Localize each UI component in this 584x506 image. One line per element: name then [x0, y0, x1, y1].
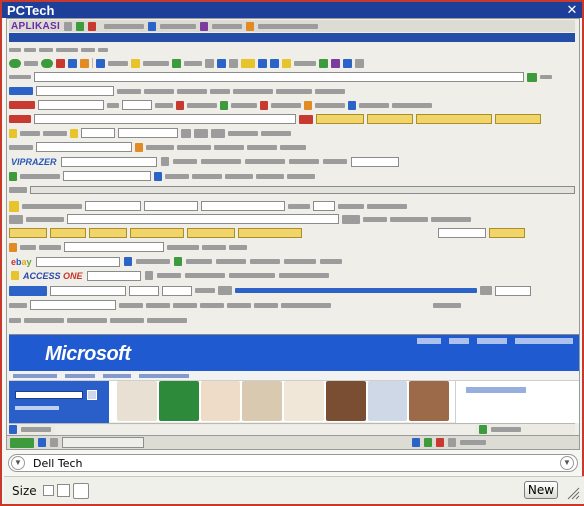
microsoft-nav	[9, 371, 579, 381]
toolbar-text	[160, 23, 197, 29]
toolbar-icon[interactable]	[258, 58, 267, 68]
stop-icon[interactable]	[56, 58, 65, 68]
close-icon[interactable]: ✕	[565, 3, 579, 16]
chevron-down-icon[interactable]: ▼	[11, 456, 25, 470]
toolbar-icon[interactable]	[64, 21, 73, 31]
microsoft-header: Microsoft	[9, 335, 579, 371]
google-search-input[interactable]	[36, 86, 114, 96]
accessone-logo: ACCESS ONE	[23, 270, 83, 281]
toolbar-icon[interactable]	[355, 58, 364, 68]
media-icon[interactable]	[172, 58, 181, 68]
size-medium-button[interactable]	[56, 484, 70, 497]
microsoft-banner	[117, 381, 449, 423]
toolbar-icon[interactable]	[241, 58, 255, 68]
toolbar-icon[interactable]	[148, 21, 157, 31]
toolbar-icon[interactable]	[246, 21, 255, 31]
go-button[interactable]	[87, 390, 97, 400]
tech-selector[interactable]: ▼ Dell Tech ▼	[8, 454, 578, 472]
ebay-logo: ebay	[11, 256, 32, 267]
viprazer-toolbar: VIPRAZER	[9, 155, 575, 168]
toolbar-row	[9, 113, 575, 125]
banner-image	[409, 381, 449, 421]
forward-icon[interactable]	[41, 58, 53, 68]
toolbar-row	[9, 284, 575, 297]
window-title: PCTech	[7, 2, 55, 18]
mail-icon[interactable]	[217, 58, 226, 68]
toolbar-icon[interactable]	[200, 21, 209, 31]
toolbar-row	[9, 184, 575, 196]
print-icon[interactable]	[229, 58, 238, 68]
banner-image	[284, 381, 324, 421]
toolbar-icon[interactable]	[331, 58, 340, 68]
toolbar-row	[9, 299, 575, 311]
webpage-content: Microsoft	[9, 334, 579, 423]
banner-image	[158, 381, 199, 421]
aplikasi-toolbar: APLIKASI	[9, 20, 575, 32]
search-icon[interactable]	[96, 58, 105, 68]
header-links	[417, 338, 573, 346]
size-large-button[interactable]	[72, 482, 89, 499]
toolbar-text	[104, 23, 145, 29]
title-bar: PCTech ✕	[2, 2, 582, 18]
viprazer-logo: VIPRAZER	[11, 156, 57, 167]
start-button[interactable]	[10, 437, 34, 448]
selected-tech: Dell Tech	[33, 456, 83, 470]
home-icon[interactable]	[80, 58, 89, 68]
microsoft-search-panel	[9, 381, 109, 423]
toolbar-row	[9, 170, 575, 182]
banner-image	[242, 381, 282, 421]
toolbar-icon[interactable]	[343, 58, 352, 68]
standard-toolbar	[9, 57, 575, 69]
app-window: PCTech ✕ APLIKASI VIPRAZER ebay ACCESS O…	[0, 0, 584, 506]
banner-image	[367, 381, 408, 421]
browser-screenshot: APLIKASI VIPRAZER ebay ACCESS ONE Micros…	[6, 18, 580, 450]
toolbar-icon[interactable]	[282, 58, 291, 68]
toolbar-row	[9, 199, 575, 213]
address-input[interactable]	[34, 72, 524, 82]
toolbar-icon[interactable]	[88, 21, 97, 31]
chevron-down-icon[interactable]: ▼	[560, 456, 574, 470]
accessone-toolbar: ACCESS ONE	[9, 269, 575, 282]
address-bar	[9, 71, 575, 83]
toolbar-row	[9, 141, 575, 153]
toolbar-row	[9, 99, 575, 111]
size-label: Size	[12, 483, 37, 498]
toolbar-text	[212, 23, 243, 29]
toolbar-icon[interactable]	[270, 58, 279, 68]
microsoft-logo: Microsoft	[45, 343, 131, 365]
google-logo	[9, 87, 33, 95]
back-icon[interactable]	[9, 58, 21, 68]
bottom-bar: Size New	[4, 476, 584, 504]
ebay-toolbar: ebay	[9, 255, 575, 268]
browser-status-bar	[9, 423, 575, 435]
toolbar-text	[258, 23, 319, 29]
toolbar-row	[9, 213, 575, 225]
google-toolbar	[9, 85, 575, 97]
toolbar-row	[9, 241, 575, 253]
refresh-icon[interactable]	[68, 58, 77, 68]
taskbar-window-button[interactable]	[62, 437, 144, 448]
toolbar-row	[9, 127, 575, 139]
search-input[interactable]	[15, 391, 83, 399]
toolbar-icon[interactable]	[319, 58, 328, 68]
size-small-button[interactable]	[42, 485, 54, 496]
resize-grip-icon[interactable]	[564, 484, 580, 500]
windows-taskbar	[7, 435, 579, 449]
aplikasi-logo: APLIKASI	[11, 20, 61, 32]
advanced-search-link[interactable]	[15, 406, 59, 410]
banner-image	[200, 381, 241, 421]
menu-bar	[9, 44, 575, 56]
banner-image	[117, 381, 157, 421]
yellow-tabs-toolbar	[9, 227, 575, 239]
favorites-icon[interactable]	[131, 58, 140, 68]
go-icon[interactable]	[527, 72, 537, 82]
todays-news-panel	[455, 381, 579, 423]
browser-title-bar	[9, 33, 575, 42]
history-icon[interactable]	[205, 58, 214, 68]
new-button[interactable]: New	[524, 481, 558, 499]
todays-news-heading	[466, 387, 526, 393]
links-bar	[9, 314, 575, 326]
toolbar-icon[interactable]	[76, 21, 85, 31]
banner-image	[325, 381, 366, 421]
